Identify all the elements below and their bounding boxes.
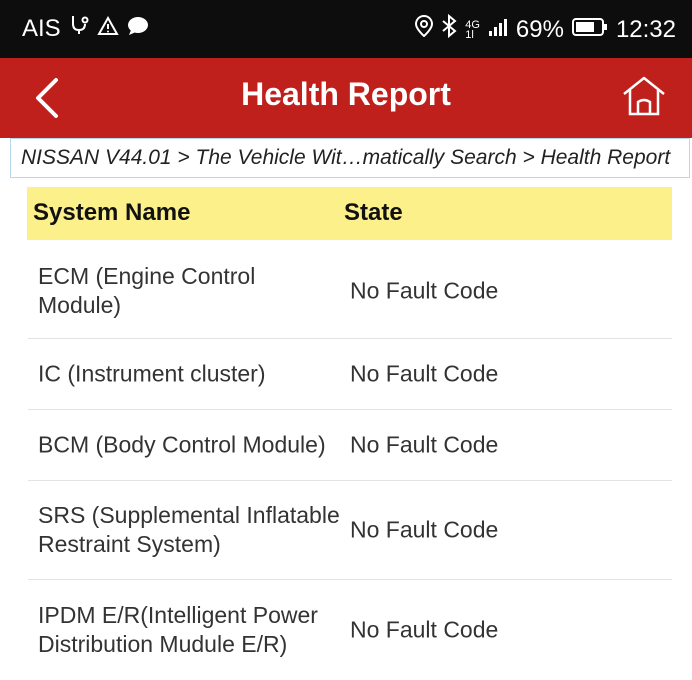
system-name: IPDM E/R(Intelligent Power Distribution … [38, 602, 318, 657]
table-row[interactable]: SRS (Supplemental Inflatable Restraint S… [38, 481, 672, 579]
page-title: Health Report [241, 76, 451, 112]
location-icon [415, 14, 434, 44]
system-state: No Fault Code [350, 360, 499, 387]
system-state: No Fault Code [350, 516, 499, 543]
table-row[interactable]: IC (Instrument cluster) No Fault Code [38, 339, 672, 409]
warning-icon [96, 15, 119, 43]
battery-icon [571, 16, 608, 44]
network-type: 4G 1l [465, 18, 480, 41]
column-header-system-name: System Name [33, 199, 191, 226]
bluetooth-icon [441, 13, 457, 45]
system-name: BCM (Body Control Module) [38, 431, 326, 458]
breadcrumb: NISSAN V44.01 > The Vehicle Wit…maticall… [10, 138, 690, 178]
system-name: ECM (Engine Control Module) [38, 263, 256, 318]
system-name: SRS (Supplemental Inflatable Restraint S… [38, 502, 340, 557]
system-state: No Fault Code [350, 431, 499, 458]
usb-debug-icon [69, 14, 89, 43]
app-bar: Health Report [0, 58, 692, 138]
table-row[interactable]: BCM (Body Control Module) No Fault Code [38, 410, 672, 480]
table-header: System Name State [27, 187, 672, 240]
column-header-state: State [344, 199, 403, 226]
system-state: No Fault Code [350, 616, 499, 643]
status-right: 4G 1l 69% 12:32 [415, 13, 676, 45]
clock: 12:32 [615, 15, 676, 43]
carrier-name: AIS [22, 14, 61, 42]
system-state: No Fault Code [350, 277, 499, 304]
system-name: IC (Instrument cluster) [38, 360, 266, 387]
status-left: AIS [22, 14, 149, 43]
status-bar: AIS 4G 1l 69% 12:32 [0, 0, 692, 58]
chat-bubble-icon [127, 15, 149, 43]
home-button[interactable] [620, 72, 668, 120]
signal-icon [488, 16, 508, 44]
home-icon [623, 76, 665, 116]
battery-percent: 69% [515, 15, 564, 43]
table-row[interactable]: ECM (Engine Control Module) No Fault Cod… [38, 245, 672, 337]
table-row[interactable]: IPDM E/R(Intelligent Power Distribution … [38, 580, 672, 680]
